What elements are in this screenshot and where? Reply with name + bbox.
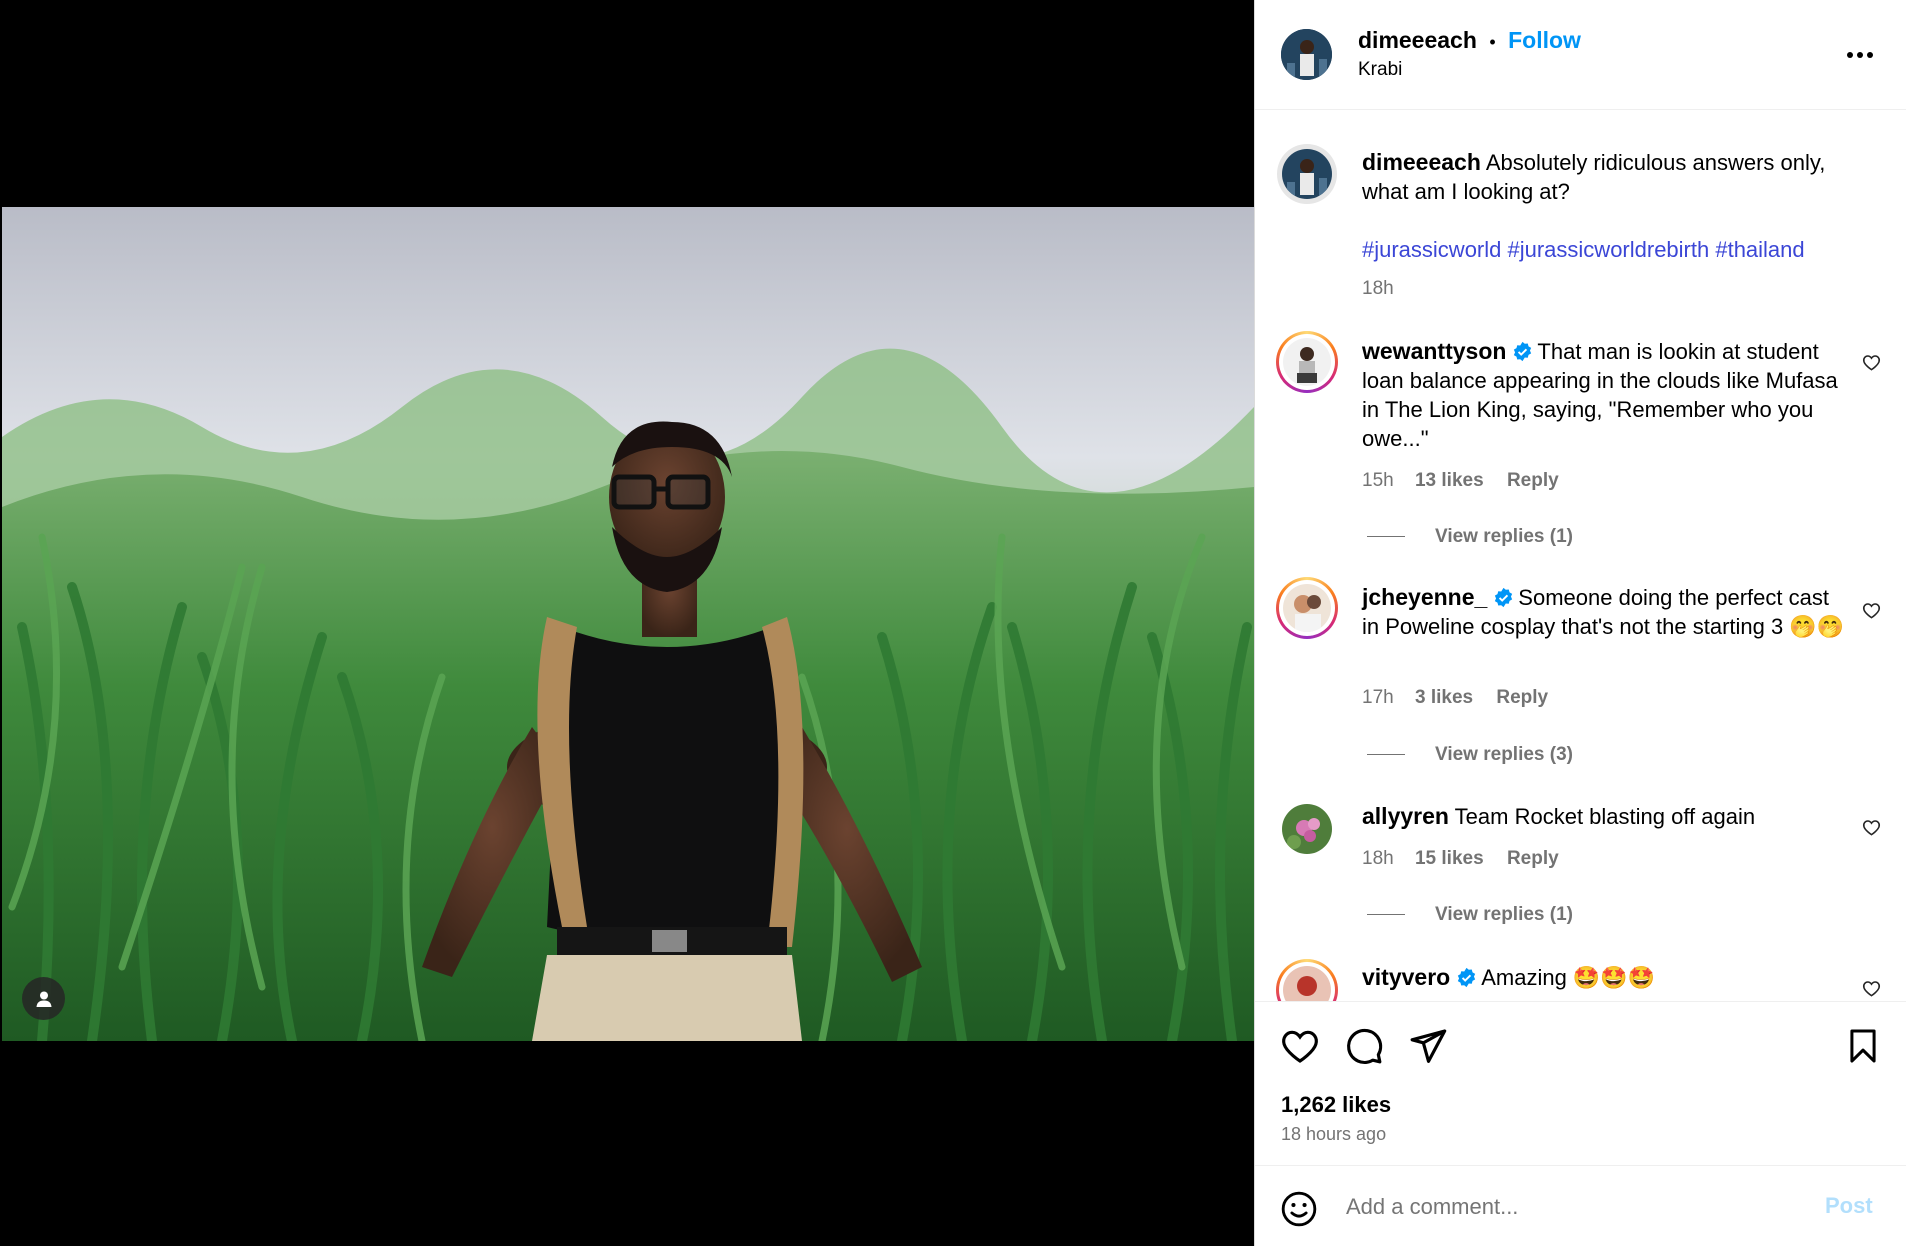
view-replies-button[interactable]: View replies (3) bbox=[1367, 744, 1573, 766]
comment-body: vityvero Amazing 🤩🤩🤩 bbox=[1362, 963, 1852, 992]
comment-username[interactable]: allyyren bbox=[1362, 803, 1449, 829]
user-icon bbox=[36, 991, 51, 1007]
post-actions: 1,262 likes 18 hours ago bbox=[1255, 1001, 1906, 1176]
verified-badge-icon bbox=[1514, 341, 1532, 362]
header-separator: • bbox=[1489, 32, 1496, 52]
comment-likes[interactable]: 13 likes bbox=[1415, 470, 1484, 491]
comment-text: Amazing 🤩🤩🤩 bbox=[1481, 965, 1656, 990]
more-options-button[interactable] bbox=[1846, 42, 1874, 73]
bookmark-save-icon[interactable] bbox=[1844, 1026, 1882, 1066]
like-heart-icon[interactable] bbox=[1280, 1026, 1320, 1066]
post-location[interactable]: Krabi bbox=[1358, 59, 1402, 81]
comment-avatar bbox=[1283, 584, 1331, 632]
comment-body: jcheyenne_ Someone doing the perfect cast… bbox=[1362, 583, 1852, 641]
view-replies-label: View replies (3) bbox=[1435, 744, 1573, 765]
comment-like-heart-icon[interactable] bbox=[1862, 818, 1881, 837]
comment-time[interactable]: 17h bbox=[1362, 687, 1394, 708]
caption-hashtags[interactable]: #jurassicworld #jurassicworldrebirth #th… bbox=[1362, 235, 1805, 264]
comment-meta: 15h 13 likes Reply bbox=[1362, 470, 1559, 492]
tagged-users-button[interactable] bbox=[22, 977, 65, 1020]
comment-time[interactable]: 18h bbox=[1362, 848, 1394, 869]
reply-button[interactable]: Reply bbox=[1507, 848, 1559, 869]
comment-likes[interactable]: 3 likes bbox=[1415, 687, 1473, 708]
comment-bubble-icon[interactable] bbox=[1344, 1026, 1384, 1066]
post-photo[interactable] bbox=[2, 207, 1254, 1041]
post-header: dimeeeach • Follow Krabi bbox=[1255, 0, 1906, 110]
more-options-icon bbox=[1847, 52, 1873, 58]
comment-avatar bbox=[1283, 338, 1331, 386]
likes-count[interactable]: 1,262 likes bbox=[1281, 1092, 1391, 1118]
view-replies-button[interactable]: View replies (1) bbox=[1367, 904, 1573, 926]
post-time-ago[interactable]: 18 hours ago bbox=[1281, 1124, 1386, 1145]
view-replies-button[interactable]: View replies (1) bbox=[1367, 526, 1573, 548]
comment-avatar-ring[interactable] bbox=[1276, 577, 1338, 639]
view-replies-label: View replies (1) bbox=[1435, 904, 1573, 925]
comment-time[interactable]: 15h bbox=[1362, 470, 1394, 491]
verified-badge-icon bbox=[1495, 587, 1513, 608]
comment-meta: 18h 15 likes Reply bbox=[1362, 848, 1559, 870]
avatar-image bbox=[1281, 29, 1332, 80]
comment-like-heart-icon[interactable] bbox=[1862, 353, 1881, 372]
post-comment-button[interactable]: Post bbox=[1825, 1193, 1873, 1219]
comment-input[interactable] bbox=[1344, 1186, 1778, 1228]
reply-button[interactable]: Reply bbox=[1496, 687, 1548, 708]
caption-time[interactable]: 18h bbox=[1362, 278, 1394, 300]
comment-avatar-ring[interactable] bbox=[1276, 331, 1338, 393]
comment-text: Team Rocket blasting off again bbox=[1454, 804, 1756, 829]
replies-divider bbox=[1367, 536, 1405, 538]
caption-block: dimeeeach Absolutely ridiculous answers … bbox=[1362, 148, 1872, 206]
comment-username[interactable]: jcheyenne_ bbox=[1362, 584, 1487, 610]
comments-list[interactable]: dimeeeach Absolutely ridiculous answers … bbox=[1255, 110, 1906, 1001]
comment-meta: 17h 3 likes Reply bbox=[1362, 687, 1548, 709]
verified-badge-icon bbox=[1458, 967, 1476, 988]
comment-avatar[interactable] bbox=[1282, 804, 1332, 854]
caption-avatar-ring[interactable] bbox=[1277, 144, 1337, 204]
follow-button[interactable]: Follow bbox=[1508, 27, 1581, 53]
comment-body: wewanttyson That man is lookin at student… bbox=[1362, 337, 1852, 453]
comment-username[interactable]: vityvero bbox=[1362, 964, 1450, 990]
post-image bbox=[2, 207, 1254, 1041]
comment-body: allyyren Team Rocket blasting off again bbox=[1362, 802, 1852, 831]
reply-button[interactable]: Reply bbox=[1507, 470, 1559, 491]
author-username[interactable]: dimeeeach bbox=[1358, 27, 1477, 53]
share-send-icon[interactable] bbox=[1408, 1026, 1448, 1066]
comment-likes[interactable]: 15 likes bbox=[1415, 848, 1484, 869]
caption-username[interactable]: dimeeeach bbox=[1362, 149, 1481, 175]
emoji-picker-icon[interactable] bbox=[1280, 1190, 1318, 1228]
replies-divider bbox=[1367, 754, 1405, 756]
comment-avatar-ring[interactable] bbox=[1276, 959, 1338, 1001]
view-replies-label: View replies (1) bbox=[1435, 526, 1573, 547]
caption-avatar bbox=[1282, 149, 1332, 199]
author-avatar[interactable] bbox=[1281, 29, 1332, 80]
comment-like-heart-icon[interactable] bbox=[1862, 601, 1881, 620]
comment-like-heart-icon[interactable] bbox=[1862, 979, 1881, 998]
post-side-panel: dimeeeach • Follow Krabi dimeeeach Absol… bbox=[1254, 0, 1906, 1246]
comment-avatar-image bbox=[1282, 804, 1332, 854]
post-media[interactable] bbox=[0, 0, 1254, 1246]
comment-composer: Post bbox=[1255, 1165, 1906, 1246]
comment-username[interactable]: wewanttyson bbox=[1362, 338, 1506, 364]
replies-divider bbox=[1367, 914, 1405, 916]
